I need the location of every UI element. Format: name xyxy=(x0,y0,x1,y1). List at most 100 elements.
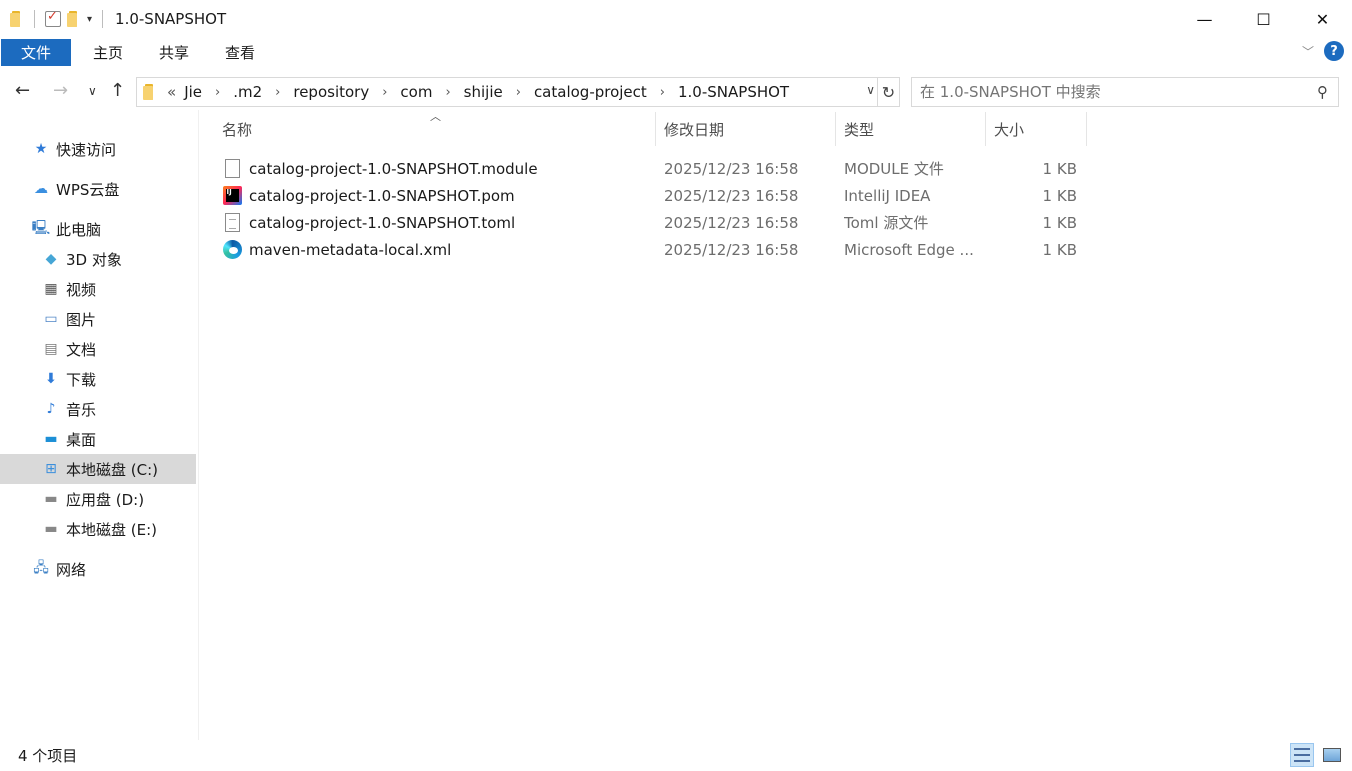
navigation-pane: ★ 快速访问 ☁ WPS云盘 🖳 此电脑 ◆ 3D 对象 ▦ 视频 ▭ 图片 ▤… xyxy=(0,110,199,740)
file-name: catalog-project-1.0-SNAPSHOT.module xyxy=(249,159,538,178)
desktop-icon: ▬ xyxy=(44,431,58,447)
drive-icon: ▬ xyxy=(44,491,58,507)
sidebar-item-desktop[interactable]: ▬ 桌面 xyxy=(0,424,196,454)
search-icon[interactable]: ⚲ xyxy=(1317,83,1328,101)
sidebar-item-label: 桌面 xyxy=(66,430,97,449)
chevron-right-icon[interactable]: › xyxy=(275,85,280,100)
large-icons-view-button[interactable] xyxy=(1320,743,1344,767)
sidebar-item-wps-cloud[interactable]: ☁ WPS云盘 xyxy=(0,174,196,204)
chevron-right-icon[interactable]: › xyxy=(445,85,450,100)
recent-locations-chevron-icon[interactable]: ∨ xyxy=(88,84,97,98)
large-icons-view-icon xyxy=(1323,748,1341,762)
breadcrumb-item[interactable]: com xyxy=(400,83,432,101)
sidebar-item-music[interactable]: ♪ 音乐 xyxy=(0,394,196,424)
sidebar-item-videos[interactable]: ▦ 视频 xyxy=(0,274,196,304)
up-arrow-icon[interactable]: ↑ xyxy=(110,80,125,101)
breadcrumb-item[interactable]: Jie xyxy=(184,83,202,101)
expand-ribbon-icon[interactable]: ﹀ xyxy=(1302,43,1314,60)
breadcrumb-overflow[interactable]: « xyxy=(167,83,176,101)
sidebar-item-downloads[interactable]: ⬇ 下载 xyxy=(0,364,196,394)
file-date: 2025/12/23 16:58 xyxy=(664,240,799,259)
sidebar-item-3d-objects[interactable]: ◆ 3D 对象 xyxy=(0,244,196,274)
sidebar-item-label: 图片 xyxy=(66,310,97,329)
file-name: catalog-project-1.0-SNAPSHOT.pom xyxy=(249,186,515,205)
file-date: 2025/12/23 16:58 xyxy=(664,159,799,178)
address-bar[interactable]: « Jie › .m2 › repository › com › shijie › cat… xyxy=(136,77,900,107)
sidebar-item-label: 网络 xyxy=(56,560,87,579)
sidebar-item-label: 文档 xyxy=(66,340,97,359)
file-row[interactable]: catalog-project-1.0-SNAPSHOT.toml 2025/1… xyxy=(220,209,1090,236)
tab-share[interactable]: 共享 xyxy=(141,38,207,66)
sidebar-item-drive-d[interactable]: ▬ 应用盘 (D:) xyxy=(0,484,196,514)
music-note-icon: ♪ xyxy=(46,401,56,417)
search-box[interactable]: ⚲ xyxy=(911,77,1339,107)
title-bar: ▾ 1.0-SNAPSHOT — ☐ ✕ xyxy=(0,0,1352,38)
ribbon-tabs: 文件 主页 共享 查看 ﹀ ? xyxy=(0,38,1352,66)
forward-arrow-icon[interactable]: → xyxy=(53,80,68,101)
sidebar-item-this-pc[interactable]: 🖳 此电脑 xyxy=(0,214,196,244)
file-row[interactable]: IJ catalog-project-1.0-SNAPSHOT.pom 2025… xyxy=(220,182,1090,209)
column-header-date[interactable]: 修改日期 xyxy=(656,112,836,146)
properties-icon[interactable] xyxy=(45,9,61,27)
sidebar-item-quick-access[interactable]: ★ 快速访问 xyxy=(0,134,196,164)
column-header-size[interactable]: 大小 xyxy=(986,112,1087,146)
breadcrumb: Jie › .m2 › repository › com › shijie › catal… xyxy=(184,83,789,101)
sidebar-item-network[interactable]: 🖧 网络 xyxy=(0,554,196,584)
search-input[interactable] xyxy=(920,83,1300,101)
star-icon: ★ xyxy=(34,141,48,157)
document-icon: ▤ xyxy=(44,341,58,357)
new-folder-icon[interactable] xyxy=(67,11,81,27)
tab-view[interactable]: 查看 xyxy=(207,38,273,66)
chevron-right-icon[interactable]: › xyxy=(660,85,665,100)
film-icon: ▦ xyxy=(44,281,58,297)
file-type: MODULE 文件 xyxy=(844,160,944,178)
text-file-icon xyxy=(222,213,242,233)
maximize-button[interactable]: ☐ xyxy=(1234,0,1293,38)
view-switcher xyxy=(1290,743,1344,767)
chevron-right-icon[interactable]: › xyxy=(382,85,387,100)
cloud-icon: ☁ xyxy=(34,181,48,197)
minimize-button[interactable]: — xyxy=(1175,0,1234,38)
refresh-icon[interactable]: ↻ xyxy=(877,78,899,106)
tab-home[interactable]: 主页 xyxy=(75,38,141,66)
tab-file[interactable]: 文件 xyxy=(1,38,71,66)
drive-icon: ▬ xyxy=(44,521,58,537)
details-view-button[interactable] xyxy=(1290,743,1314,767)
breadcrumb-item[interactable]: 1.0-SNAPSHOT xyxy=(678,83,789,101)
cube-icon: ◆ xyxy=(45,251,57,267)
close-button[interactable]: ✕ xyxy=(1293,0,1352,38)
sidebar-item-label: 3D 对象 xyxy=(66,250,122,269)
quick-access-toolbar: ▾ xyxy=(10,9,107,28)
chevron-right-icon[interactable]: › xyxy=(215,85,220,100)
address-dropdown-icon[interactable]: ∨ xyxy=(866,83,875,97)
back-arrow-icon[interactable]: ← xyxy=(15,80,30,101)
file-type: Microsoft Edge ... xyxy=(844,240,974,259)
file-type: Toml 源文件 xyxy=(844,214,929,232)
chevron-right-icon[interactable]: › xyxy=(516,85,521,100)
file-size: 1 KB xyxy=(1042,159,1077,178)
computer-icon: 🖳 xyxy=(31,220,51,236)
window-title: 1.0-SNAPSHOT xyxy=(115,10,227,28)
divider xyxy=(34,10,35,28)
breadcrumb-item[interactable]: repository xyxy=(293,83,369,101)
help-icon[interactable]: ? xyxy=(1324,41,1344,61)
breadcrumb-item[interactable]: .m2 xyxy=(233,83,262,101)
sidebar-item-pictures[interactable]: ▭ 图片 xyxy=(0,304,196,334)
sidebar-item-drive-c[interactable]: ⊞ 本地磁盘 (C:) xyxy=(0,454,196,484)
breadcrumb-item[interactable]: shijie xyxy=(464,83,503,101)
file-date: 2025/12/23 16:58 xyxy=(664,213,799,232)
sidebar-item-documents[interactable]: ▤ 文档 xyxy=(0,334,196,364)
breadcrumb-item[interactable]: catalog-project xyxy=(534,83,647,101)
sidebar-item-drive-e[interactable]: ▬ 本地磁盘 (E:) xyxy=(0,514,196,544)
folder-icon xyxy=(10,11,24,27)
sidebar-item-label: 此电脑 xyxy=(56,220,102,239)
file-size: 1 KB xyxy=(1042,240,1077,259)
column-header-type[interactable]: 类型 xyxy=(836,112,986,146)
file-date: 2025/12/23 16:58 xyxy=(664,186,799,205)
edge-icon xyxy=(222,240,242,260)
sidebar-item-label: 本地磁盘 (E:) xyxy=(66,520,158,539)
customize-toolbar-icon[interactable]: ▾ xyxy=(87,14,92,25)
column-header-name[interactable]: 名称 xyxy=(214,112,656,146)
file-row[interactable]: catalog-project-1.0-SNAPSHOT.module 2025… xyxy=(220,155,1090,182)
file-row[interactable]: maven-metadata-local.xml 2025/12/23 16:5… xyxy=(220,236,1090,263)
